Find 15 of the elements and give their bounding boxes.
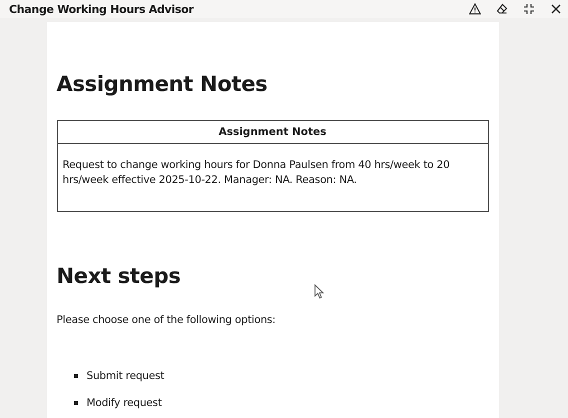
table-header: Assignment Notes [58, 121, 488, 144]
section-heading: Next steps [56, 263, 182, 289]
warning-icon[interactable] [469, 3, 481, 15]
section-heading: Assignment Notes [56, 71, 268, 97]
bullet-icon [74, 374, 78, 378]
close-icon[interactable] [550, 3, 562, 15]
bullet-icon [74, 401, 78, 405]
eraser-icon[interactable] [496, 3, 508, 15]
option-text: Modify request [86, 397, 162, 409]
prompt-text: Please choose one of the following options: [56, 314, 277, 326]
collapse-icon[interactable] [523, 3, 535, 15]
table-cell-text: Request to change working hours for Donna Paulsen from 40 hrs/week to 20 hrs/week effective 2025-10-22. Manager: NA. Reason: NA. [62, 158, 451, 188]
option-text: Submit request [86, 370, 164, 382]
window-title: Change Working Hours Advisor [9, 2, 194, 16]
mouse-cursor-icon [314, 284, 324, 299]
